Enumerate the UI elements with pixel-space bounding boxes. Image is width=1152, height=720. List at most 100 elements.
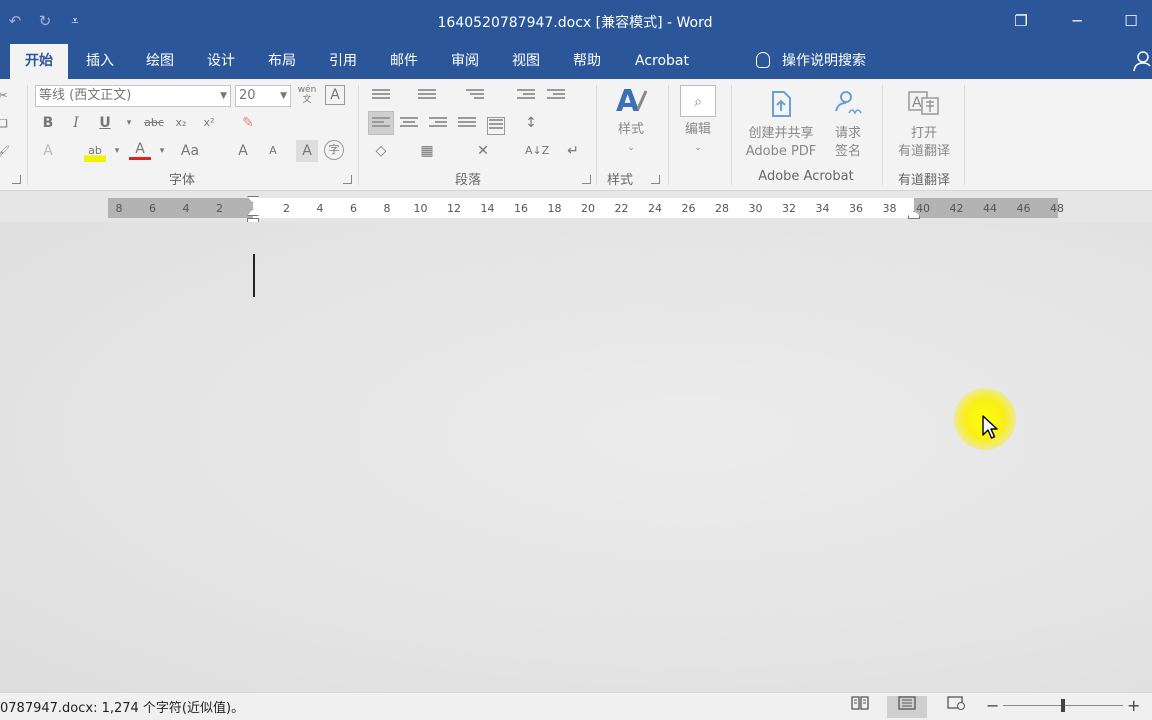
decrease-indent-icon[interactable] [517,89,535,103]
change-case-button[interactable]: Aa [176,140,204,162]
tab-references[interactable]: 引用 [321,44,365,79]
justify-icon[interactable] [458,117,476,131]
align-center-icon[interactable] [400,117,418,131]
tab-review[interactable]: 审阅 [443,44,487,79]
chevron-down-icon[interactable]: ▾ [151,140,173,162]
group-separator [882,85,883,185]
document-canvas[interactable] [0,222,1152,692]
tab-insert[interactable]: 插入 [78,44,122,79]
ruler-tick: 6 [350,202,357,215]
enclose-characters-button[interactable]: 字 [324,140,344,160]
distributed-icon[interactable] [487,117,505,135]
styles-button[interactable]: A 样式 ⌄ [603,84,659,157]
redo-icon[interactable]: ↻ [30,12,60,30]
font-group-label: 字体 [168,173,195,188]
show-marks-icon[interactable]: ↵ [562,140,584,162]
create-share-line2: Adobe PDF [745,144,817,159]
tab-help[interactable]: 帮助 [565,44,609,79]
multilevel-list-icon[interactable] [466,89,484,103]
create-share-pdf-button[interactable]: 创建并共享 Adobe PDF [738,89,824,161]
tab-draw[interactable]: 绘图 [138,44,182,79]
font-dialog-launcher-icon[interactable] [343,175,352,184]
read-mode-icon[interactable] [840,696,880,718]
ruler-tick: 4 [182,202,190,215]
svg-text:A: A [616,85,640,115]
chinese-layout-icon[interactable]: ✕ [472,140,494,162]
shading-icon[interactable]: ◇ [370,140,392,162]
tab-mailings[interactable]: 邮件 [382,44,426,79]
quick-access-toolbar: ↶ ↻ ⩡ [0,10,90,32]
undo-icon[interactable]: ↶ [0,12,30,30]
chevron-down-icon: ▼ [280,91,287,101]
ribbon-display-options-icon[interactable]: ❐ [1004,8,1038,34]
tab-design[interactable]: 设计 [199,44,243,79]
superscript-button[interactable]: x² [198,112,220,134]
translate-line2: 有道翻译 [897,144,950,159]
paragraph-group-label: 段落 [454,173,481,188]
print-layout-icon[interactable] [887,696,927,718]
highlight-color-button[interactable]: ab [84,140,106,162]
font-color-button[interactable]: A [129,140,151,160]
bullets-icon[interactable] [372,89,390,103]
strikethrough-button[interactable]: abc [141,112,167,134]
phonetic-guide-icon[interactable]: wén 文 [296,85,318,107]
document-status[interactable]: 0787947.docx: 1,274 个字符(近似值)。 [0,697,244,716]
maximize-button[interactable]: ☐ [1114,8,1148,34]
ruler-tick: 42 [949,202,964,215]
minimize-button[interactable]: ─ [1060,8,1094,34]
line-spacing-icon[interactable]: ↕ [520,112,542,134]
editing-button[interactable]: ⌕ 编辑 ⌄ [676,85,720,157]
increase-indent-icon[interactable] [547,89,565,103]
cut-icon[interactable]: ✂ [0,85,14,107]
styles-dialog-launcher-icon[interactable] [651,175,660,184]
bold-button[interactable]: B [37,112,59,134]
grow-font-button[interactable]: A [232,140,254,162]
text-effects-button[interactable]: A [37,140,59,162]
ruler-tick: 44 [983,202,997,215]
clear-formatting-icon[interactable]: A [325,85,345,105]
ruler-tick: 2 [216,202,223,215]
tell-me-search[interactable]: 操作说明搜索 [756,44,866,79]
format-painter-icon[interactable]: 🖌 [0,141,14,163]
youdao-translate-button[interactable]: A 打开 有道翻译 [890,89,958,161]
underline-button[interactable]: U [94,112,116,134]
lightbulb-icon [756,52,770,68]
translate-line1: 打开 [910,126,937,141]
signature-icon [835,91,862,115]
share-user-icon[interactable] [1132,50,1152,72]
sort-icon[interactable]: A↓Z [525,140,549,162]
font-size-combo[interactable]: 20 ▼ [235,85,291,107]
ruler-tick: 36 [849,202,863,215]
ruler-tick: 4 [316,202,324,215]
zoom-out-button[interactable]: − [986,696,999,716]
zoom-slider-thumb[interactable] [1061,699,1065,712]
tab-home[interactable]: 开始 [10,44,68,79]
paragraph-dialog-launcher-icon[interactable] [582,175,591,184]
clipboard-launcher-icon[interactable] [12,175,21,184]
zoom-in-button[interactable]: + [1127,696,1140,716]
customize-qat-icon[interactable]: ⩡ [60,14,90,29]
align-left-icon[interactable] [372,117,390,131]
tab-view[interactable]: 视图 [504,44,548,79]
italic-button[interactable]: I [65,112,87,134]
status-bar: 0787947.docx: 1,274 个字符(近似值)。 − + [0,692,1152,720]
copy-icon[interactable]: ❏ [0,113,14,135]
borders-icon[interactable]: ▦ [416,140,438,162]
tab-layout[interactable]: 布局 [260,44,304,79]
chevron-down-icon: ▼ [220,91,227,101]
align-right-icon[interactable] [429,117,447,131]
web-layout-icon[interactable] [936,696,976,718]
translate-icon: A [908,91,939,115]
chevron-down-icon[interactable]: ▾ [106,140,128,162]
clear-all-formatting-icon[interactable]: ✎ [237,112,259,134]
chevron-down-icon[interactable]: ▾ [118,112,140,134]
character-shading-button[interactable]: A [296,140,318,162]
subscript-button[interactable]: x₂ [170,112,192,134]
tab-acrobat[interactable]: Acrobat [626,44,698,79]
acrobat-group-label: Adobe Acrobat [758,169,854,184]
magnifier-icon: ⌕ [680,85,716,117]
font-name-combo[interactable]: 等线 (西文正文) ▼ [35,85,231,107]
shrink-font-button[interactable]: A [262,140,284,162]
request-signature-button[interactable]: 请求 签名 [828,89,868,161]
numbering-icon[interactable] [418,89,436,103]
